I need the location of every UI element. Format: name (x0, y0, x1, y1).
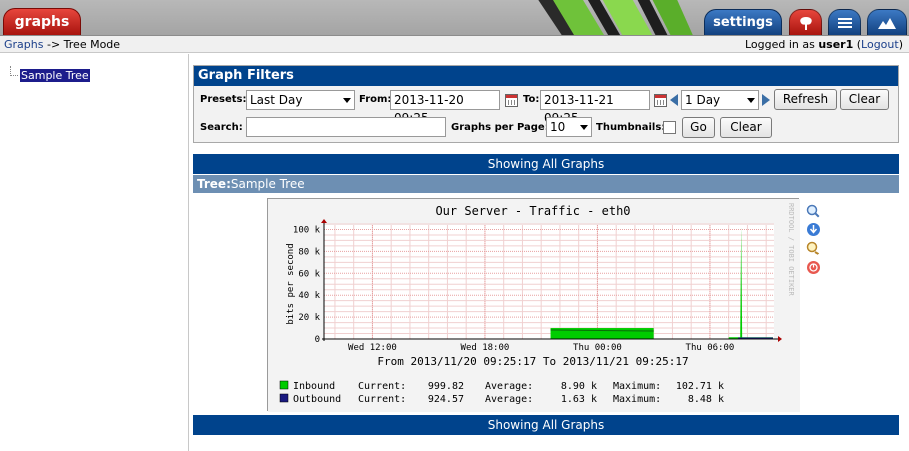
graphs-tab[interactable]: graphs (3, 8, 81, 35)
chevron-down-icon (580, 125, 588, 130)
tree-view-tab[interactable] (789, 9, 822, 35)
graph-filters-panel: Graph Filters Presets: Last Day From: 20… (193, 65, 899, 143)
x-tick-label: Thu 06:00 (686, 343, 735, 353)
legend-text: Inbound (293, 381, 335, 392)
y-tick-label: 80 k (298, 247, 320, 257)
chevron-down-icon (747, 98, 755, 103)
list-view-icon (837, 17, 852, 28)
preview-icon (878, 17, 896, 29)
legend-text: 924.57 (428, 394, 464, 405)
login-prefix: Logged in as (744, 38, 815, 51)
y-tick-label: 20 k (298, 313, 320, 323)
to-date-input[interactable]: 2013-11-21 09:25 (540, 90, 650, 125)
legend-text: 999.82 (428, 381, 464, 392)
graph-filters-title: Graph Filters (194, 66, 898, 86)
graphs-per-page-value: 10 (550, 120, 566, 134)
chart-y-axis-label: bits per second (286, 243, 296, 324)
y-tick-label: 100 k (293, 225, 321, 235)
tree-item-sample-tree[interactable]: Sample Tree (20, 69, 90, 82)
legend-text: 8.48 k (688, 394, 724, 405)
clear-search-button[interactable]: Clear (720, 117, 772, 138)
presets-select[interactable]: Last Day (246, 90, 355, 110)
legend-text: 8.90 k (561, 381, 597, 392)
search-input[interactable] (246, 117, 446, 137)
legend-swatch (279, 393, 289, 403)
legend-swatch (279, 380, 289, 390)
go-button[interactable]: Go (682, 117, 715, 138)
legend-text: Maximum: (613, 381, 661, 392)
legend-text: Current: (358, 381, 406, 392)
list-view-tab[interactable] (828, 9, 861, 35)
cacti-logo (538, 0, 693, 35)
breadcrumb-current: Tree Mode (63, 38, 121, 51)
to-calendar-icon[interactable] (654, 94, 667, 107)
from-date-input[interactable]: 2013-11-20 09:25 (390, 90, 500, 125)
logout-link[interactable]: Logout (861, 38, 899, 51)
presets-label: Presets: (200, 94, 247, 105)
showing-all-graphs-footer: Showing All Graphs (193, 415, 899, 435)
breadcrumb-graphs-link[interactable]: Graphs (4, 38, 43, 51)
shift-right-icon[interactable] (762, 94, 770, 106)
login-user: user1 (818, 38, 854, 51)
timespan-select[interactable]: 1 Day (681, 90, 759, 110)
clear-filters-button[interactable]: Clear (840, 89, 889, 110)
x-tick-label: Wed 12:00 (348, 343, 397, 353)
legend-text: 1.63 k (561, 394, 597, 405)
chart-title: Our Server - Traffic - eth0 (435, 204, 630, 218)
graphs-per-page-select[interactable]: 10 (546, 117, 592, 137)
traffic-chart: Our Server - Traffic - eth0 RRDTOOL / TO… (268, 199, 800, 412)
showing-all-graphs-header: Showing All Graphs (193, 154, 899, 174)
x-tick-label: Thu 00:00 (573, 343, 622, 353)
tree-view-icon (799, 16, 812, 30)
legend-text: Average: (485, 381, 533, 392)
x-tick-label: Wed 18:00 (461, 343, 510, 353)
inbound-area (550, 328, 654, 339)
tree-connector (10, 66, 18, 76)
thumbnails-label: Thumbnails: (596, 122, 666, 133)
graph-tree-panel: Sample Tree (0, 54, 189, 451)
top-navigation: graphs settings (0, 0, 909, 35)
from-label: From: (359, 94, 392, 105)
legend-text: 102.71 k (676, 381, 724, 392)
legend-text: Outbound (293, 394, 341, 405)
refresh-button[interactable]: Refresh (774, 89, 837, 110)
tree-header-name: Sample Tree (230, 177, 305, 191)
settings-tab[interactable]: settings (704, 9, 782, 35)
shift-left-icon[interactable] (670, 94, 678, 106)
export-csv-icon[interactable] (806, 222, 821, 237)
breadcrumb-bar: Graphs -> Tree Mode Logged in as user1 (… (0, 35, 909, 53)
graph-properties-icon[interactable] (806, 241, 821, 256)
zoom-graph-icon[interactable] (806, 204, 821, 219)
from-calendar-icon[interactable] (505, 94, 518, 107)
y-tick-label: 60 k (298, 269, 320, 279)
thumbnails-checkbox[interactable] (663, 121, 676, 134)
chevron-down-icon (343, 98, 351, 103)
traffic-graph[interactable]: Our Server - Traffic - eth0 RRDTOOL / TO… (267, 198, 800, 412)
y-tick-label: 40 k (298, 291, 320, 301)
realtime-icon[interactable] (806, 260, 821, 275)
to-label: To: (523, 94, 540, 105)
legend-text: Maximum: (613, 394, 661, 405)
y-tick-label: 0 (315, 335, 320, 345)
chart-watermark: RRDTOOL / TOBI OETIKER (787, 203, 795, 297)
preview-view-tab[interactable] (867, 9, 907, 35)
login-status: Logged in as user1 (Logout) (744, 38, 903, 51)
breadcrumb: Graphs -> Tree Mode (4, 38, 120, 51)
chart-time-range: From 2013/11/20 09:25:17 To 2013/11/21 0… (377, 355, 688, 368)
breadcrumb-separator: -> (46, 38, 61, 51)
timespan-select-value: 1 Day (685, 93, 721, 107)
tree-header-prefix: Tree: (197, 177, 231, 191)
search-label: Search: (200, 122, 243, 133)
presets-select-value: Last Day (250, 93, 303, 107)
tree-header: Tree:Sample Tree (193, 175, 899, 193)
legend-text: Current: (358, 394, 406, 405)
legend-text: Average: (485, 394, 533, 405)
graphs-per-page-label: Graphs per Page: (451, 122, 549, 133)
